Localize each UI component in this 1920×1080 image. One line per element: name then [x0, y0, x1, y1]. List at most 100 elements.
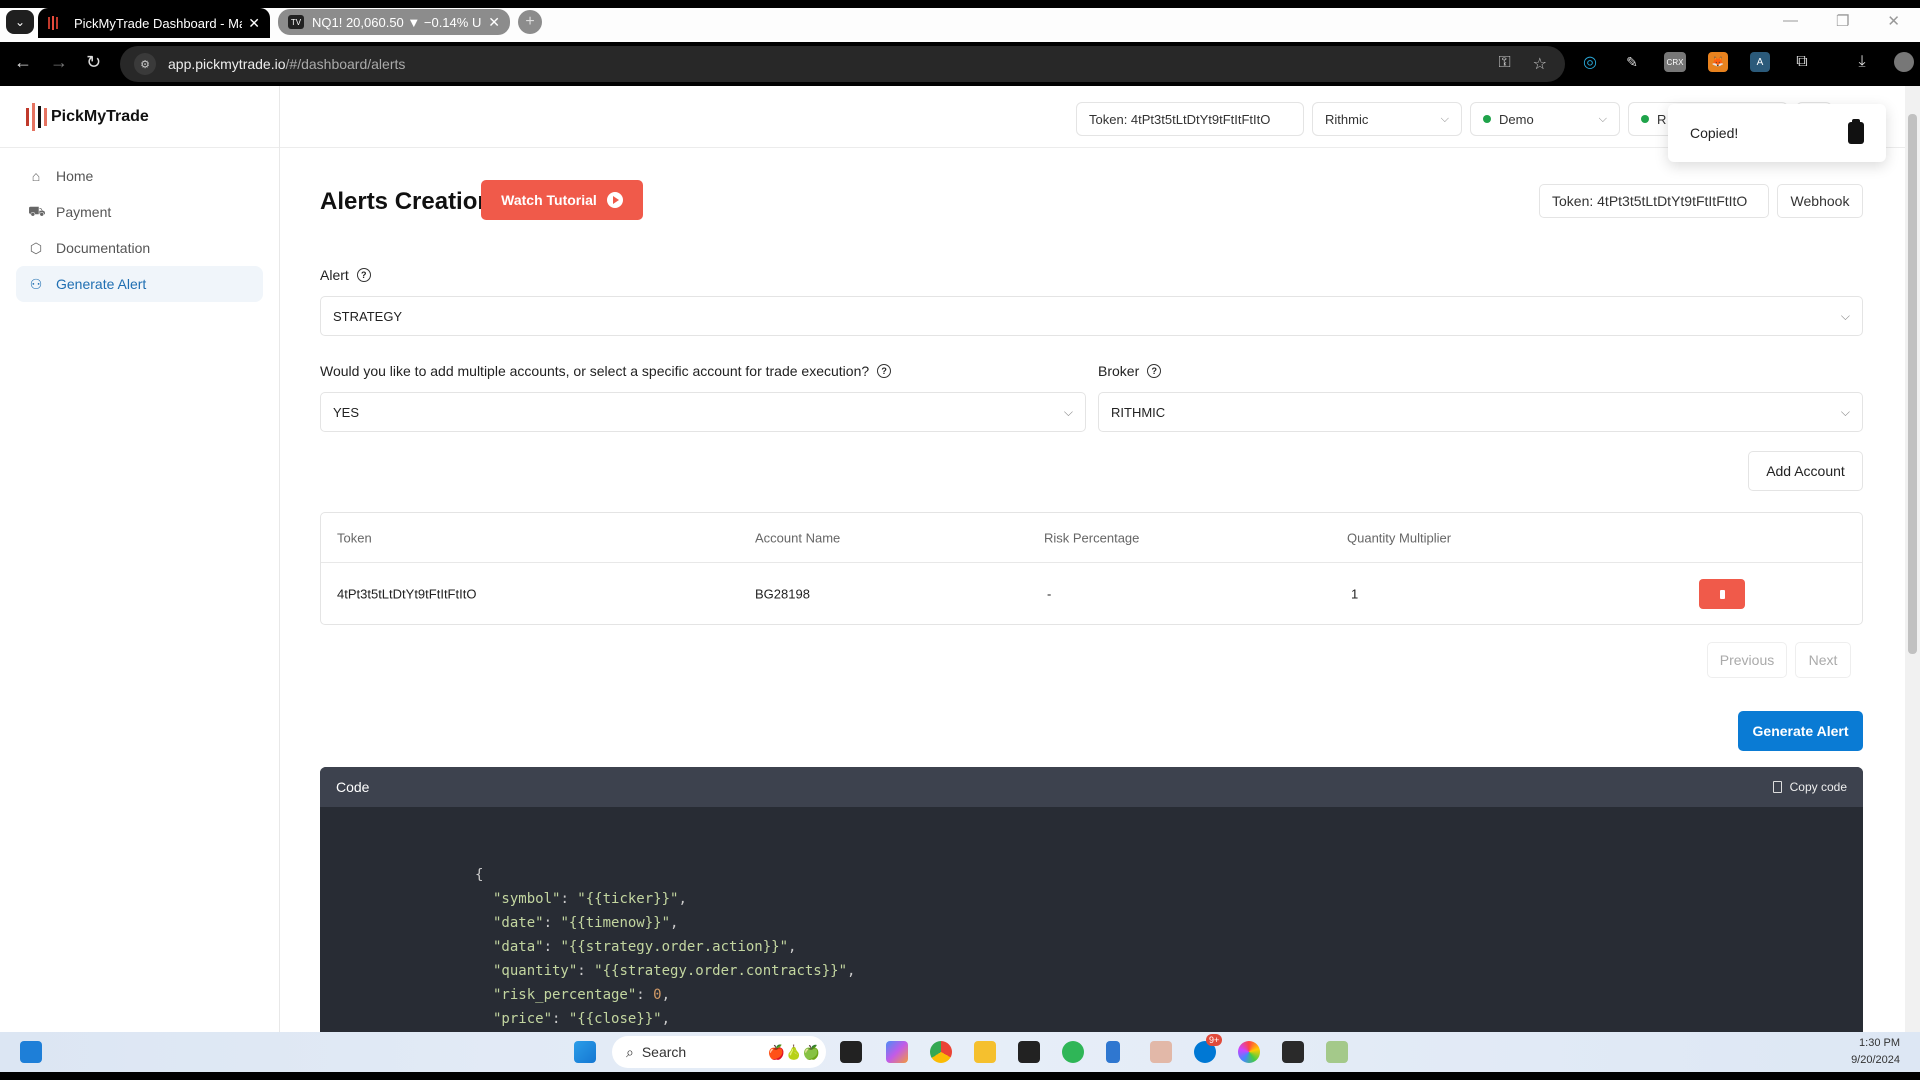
broker-select[interactable]: Rithmic ⌵	[1312, 102, 1462, 136]
sticky-notes-icon[interactable]	[1018, 1041, 1040, 1063]
delete-row-button[interactable]	[1699, 579, 1745, 609]
system-clock[interactable]: 1:30 PM 9/20/2024	[1851, 1035, 1900, 1069]
sidebar-item-label: Home	[56, 168, 94, 184]
task-view-icon[interactable]	[840, 1041, 862, 1063]
broom-extension-icon[interactable]: ✎	[1622, 52, 1642, 72]
reload-icon[interactable]: ↻	[86, 52, 101, 73]
photos-icon[interactable]	[1238, 1041, 1260, 1063]
browser-toolbar: ← → ↻ ⚙ app.pickmytrade.io/#/dashboard/a…	[0, 42, 1920, 86]
trash-icon	[1719, 589, 1725, 599]
generate-alert-button[interactable]: Generate Alert	[1738, 711, 1863, 751]
code-block: Code Copy code { "symbol": "{{ticker}}",…	[320, 767, 1863, 1032]
add-account-button[interactable]: Add Account	[1748, 451, 1863, 491]
tab-tradingview[interactable]: TV NQ1! 20,060.50 ▼ −0.14% Unn ✕	[278, 9, 510, 35]
help-icon[interactable]: ?	[356, 268, 371, 282]
forward-icon[interactable]: →	[50, 52, 68, 73]
code-content[interactable]: { "symbol": "{{ticker}}", "date": "{{time…	[320, 807, 1863, 1031]
notepad-icon[interactable]	[1106, 1041, 1120, 1063]
code-title: Code	[336, 779, 370, 795]
tab-pickmytrade[interactable]: PickMyTrade Dashboard - Mana ✕	[38, 8, 270, 38]
token-chip[interactable]: Token: 4tPt3t5tLtDtYt9tFtItFtItO	[1539, 184, 1769, 218]
sidebar-item-documentation[interactable]: ⬡ Documentation	[16, 230, 263, 266]
site-info-icon[interactable]: ⚙	[134, 53, 156, 75]
screen-recorder-icon[interactable]	[1282, 1041, 1304, 1063]
bookmark-star-icon[interactable]: ☆	[1533, 54, 1547, 74]
chrome-icon[interactable]	[930, 1041, 952, 1063]
puzzle-extensions-icon[interactable]: ⧉	[1792, 52, 1812, 72]
help-icon[interactable]: ?	[877, 364, 892, 378]
taskbar-search[interactable]: ⌕ Search 🍎🍐🍏	[612, 1036, 826, 1068]
generate-alert-label: Generate Alert	[1752, 723, 1849, 739]
close-tab-icon[interactable]: ✕	[248, 15, 260, 32]
next-page-button[interactable]: Next	[1795, 642, 1851, 678]
skype-badge: 9+	[1206, 1034, 1223, 1046]
web-extension-icon[interactable]: ◎	[1580, 52, 1600, 72]
broker-label-text: Broker	[1098, 363, 1140, 379]
code-value: "{{strategy.order.action}}"	[560, 939, 789, 955]
multi-account-select[interactable]: YES ⌵	[320, 392, 1086, 432]
copilot-icon[interactable]	[886, 1041, 908, 1063]
compass-extension-icon[interactable]: A	[1750, 52, 1770, 72]
omnibox-actions: ⚿ ☆	[1498, 54, 1547, 74]
broker-select-field[interactable]: RITHMIC ⌵	[1098, 392, 1863, 432]
minimize-icon[interactable]: —	[1783, 12, 1798, 30]
crx-extension-icon[interactable]: CRX	[1664, 52, 1686, 72]
status-dot-icon	[1641, 115, 1649, 123]
new-tab-button[interactable]: +	[518, 10, 542, 34]
tab-search-button[interactable]: ⌄	[6, 10, 34, 34]
broker-value: RITHMIC	[1111, 404, 1166, 420]
broker-value: Rithmic	[1325, 111, 1369, 127]
password-key-icon[interactable]: ⚿	[1498, 54, 1510, 74]
clock-date: 9/20/2024	[1851, 1054, 1900, 1066]
copy-code-button[interactable]: Copy code	[1772, 780, 1847, 794]
profile-avatar[interactable]	[1894, 52, 1914, 72]
code-open-brace: {	[475, 867, 484, 883]
file-explorer-icon[interactable]	[974, 1041, 996, 1063]
url-text[interactable]: app.pickmytrade.io/#/dashboard/alerts	[168, 56, 405, 72]
alert-label: Alert ?	[320, 267, 371, 283]
webhook-button[interactable]: Webhook	[1777, 184, 1863, 218]
browser-tabstrip: ⌄ PickMyTrade Dashboard - Mana ✕ TV NQ1!…	[0, 0, 1920, 42]
sidebar-item-generate-alert[interactable]: ⚇ Generate Alert	[16, 266, 263, 302]
logo[interactable]: PickMyTrade	[0, 86, 279, 148]
sidebar-item-home[interactable]: ⌂ Home	[16, 158, 263, 194]
windows-start-icon[interactable]	[574, 1041, 596, 1063]
scrollbar-thumb[interactable]	[1908, 114, 1917, 654]
token-text: Token: 4tPt3t5tLtDtYt9tFtItFtItO	[1552, 193, 1748, 209]
code-separator: :	[577, 963, 595, 979]
code-comma: ,	[847, 963, 856, 979]
address-bar[interactable]: ⚙ app.pickmytrade.io/#/dashboard/alerts …	[120, 46, 1565, 82]
app-green-icon[interactable]	[1326, 1041, 1348, 1063]
page-scrollbar[interactable]	[1905, 86, 1920, 1032]
previous-page-button[interactable]: Previous	[1707, 642, 1787, 678]
code-key: "date"	[493, 915, 544, 931]
code-line: "quantity": "{{strategy.order.contracts}…	[475, 959, 1863, 983]
cart-icon: ⛟	[28, 202, 46, 219]
code-header: Code Copy code	[320, 767, 1863, 807]
metamask-fox-icon[interactable]: 🦊	[1708, 52, 1728, 72]
snipping-tool-icon[interactable]	[1150, 1041, 1172, 1063]
back-icon[interactable]: ←	[14, 52, 32, 73]
home-icon: ⌂	[31, 168, 41, 184]
code-comma: ,	[661, 1011, 671, 1027]
close-tab-icon[interactable]: ✕	[488, 14, 500, 31]
restore-icon[interactable]: ❐	[1836, 12, 1849, 30]
download-icon[interactable]: ⤓	[1852, 52, 1872, 72]
account-type-select[interactable]: Demo ⌵	[1470, 102, 1620, 136]
search-icon: ⌕	[626, 1043, 634, 1060]
header-token: Token	[337, 530, 372, 545]
help-icon[interactable]: ?	[1147, 364, 1162, 378]
watch-tutorial-button[interactable]: Watch Tutorial	[481, 180, 643, 220]
topbar-token-chip[interactable]: Token: 4tPt3t5tLtDtYt9tFtItFtItO	[1076, 102, 1304, 136]
whatsapp-icon[interactable]	[1062, 1041, 1084, 1063]
code-separator: :	[543, 915, 561, 931]
logo-bars-icon	[26, 102, 47, 131]
code-line: "risk_percentage": 0,	[475, 983, 1863, 1007]
url-host: app.pickmytrade.io	[168, 56, 286, 72]
widgets-icon[interactable]	[20, 1041, 42, 1063]
sidebar-item-payment[interactable]: ⛟ Payment	[16, 194, 263, 230]
tab-title: NQ1! 20,060.50 ▼ −0.14% Unn	[312, 14, 483, 30]
close-window-icon[interactable]: ✕	[1887, 12, 1900, 30]
clock-time: 1:30 PM	[1859, 1037, 1900, 1049]
alert-type-select[interactable]: STRATEGY ⌵	[320, 296, 1863, 336]
